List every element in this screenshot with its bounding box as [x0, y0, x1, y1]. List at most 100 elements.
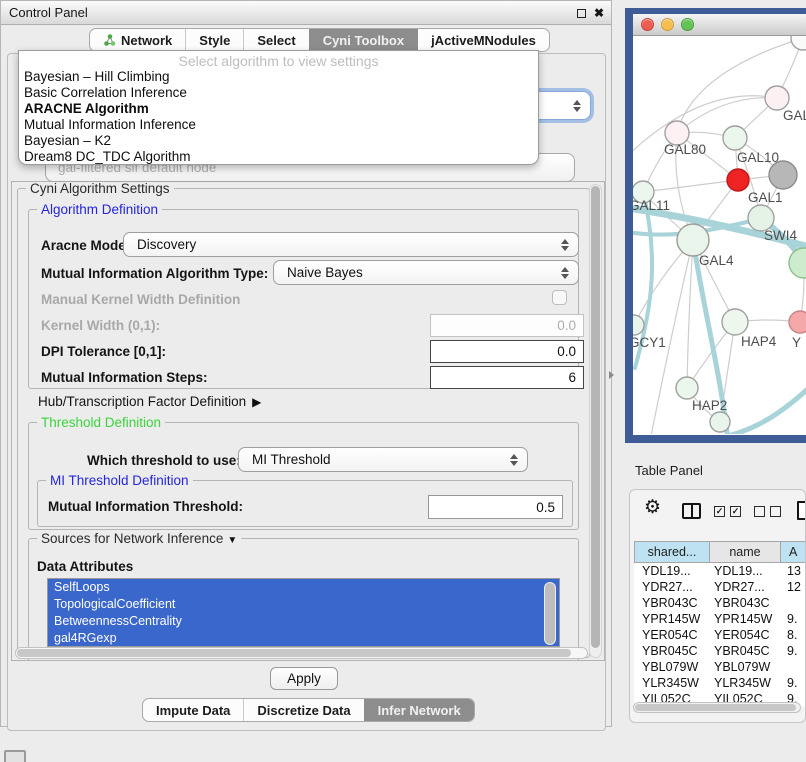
mi-steps-label: Mutual Information Steps: — [41, 370, 208, 385]
dpi-tolerance-field[interactable] — [430, 340, 584, 363]
tab-label: Select — [257, 33, 295, 48]
node-top-partial[interactable] — [791, 36, 806, 50]
data-attributes-label: Data Attributes — [37, 559, 133, 574]
node-hap4[interactable] — [722, 309, 748, 335]
node-bottom-partial[interactable] — [710, 412, 730, 432]
document-icon[interactable] — [797, 501, 806, 520]
tab-infer-network[interactable]: Infer Network — [364, 699, 474, 721]
table-cell: 9. — [781, 611, 806, 627]
unchecked-checkbox-icon[interactable] — [770, 506, 781, 517]
attributes-scrollbar[interactable] — [544, 582, 556, 645]
tab-label: Infer Network — [378, 703, 461, 718]
table-cell: YDR27... — [634, 579, 710, 595]
kernel-width-field[interactable] — [430, 314, 584, 337]
aracne-mode-combo[interactable]: Discovery — [123, 232, 579, 257]
column-header[interactable]: A — [781, 541, 806, 563]
attribute-item[interactable]: gal4RGexp — [48, 630, 559, 647]
node-gal1[interactable] — [727, 169, 749, 191]
algorithm-option[interactable]: Mutual Information Inference — [19, 117, 538, 133]
tab-cyni-toolbox[interactable]: Cyni Toolbox — [309, 29, 417, 51]
node-gal4[interactable] — [677, 224, 709, 256]
column-header[interactable]: name — [710, 541, 781, 563]
node-label: GCY1 — [633, 335, 666, 350]
node-label: GAL1 — [748, 190, 783, 205]
table-cell: 12 — [781, 579, 806, 595]
algorithm-option[interactable]: Bayesian – Hill Climbing — [19, 69, 538, 85]
which-threshold-combo[interactable]: MI Threshold — [238, 447, 528, 472]
tab-label: Network — [121, 33, 172, 48]
settings-vertical-scrollbar[interactable] — [589, 184, 602, 658]
table-row[interactable]: YDR27...YDR27...12 — [634, 579, 806, 595]
aracne-mode-label: Aracne Mode: — [41, 238, 130, 253]
manual-kernel-checkbox[interactable] — [552, 290, 567, 305]
attribute-item[interactable]: BetweennessCentrality — [48, 613, 559, 630]
node-label: GAL80 — [664, 142, 706, 157]
combo-stepper-icon — [573, 100, 581, 112]
gear-icon[interactable]: ⚙ — [644, 498, 661, 517]
cyni-algorithm-settings-group: Cyni Algorithm Settings Algorithm Defini… — [17, 188, 590, 658]
table-row[interactable]: YBR045CYBR045C9. — [634, 643, 806, 659]
minimize-traffic-light-icon[interactable] — [661, 18, 674, 31]
manual-kernel-label: Manual Kernel Width Definition — [41, 292, 240, 307]
node-gal10[interactable] — [723, 126, 747, 150]
tab-style[interactable]: Style — [185, 29, 243, 51]
network-edge[interactable] — [643, 180, 738, 192]
tab-select[interactable]: Select — [243, 29, 308, 51]
node-pink-top[interactable] — [765, 86, 789, 110]
attribute-item[interactable]: TopologicalCoefficient — [48, 596, 559, 613]
settings-horizontal-scrollbar[interactable] — [15, 647, 588, 659]
tab-label: Cyni Toolbox — [323, 33, 404, 48]
table-row[interactable]: YPR145WYPR145W9. — [634, 611, 806, 627]
tab-jactivemnodules[interactable]: jActiveMNodules — [417, 29, 549, 51]
close-icon[interactable]: ✖ — [594, 7, 604, 19]
network-canvas[interactable]: GALGAL80GAL10GAL1GAL11SWI4GAL4GCY1HAP4YH… — [633, 36, 806, 434]
table-row[interactable]: YBR043CYBR043C — [634, 595, 806, 611]
algorithm-option[interactable]: Dream8 DC_TDC Algorithm — [19, 149, 538, 165]
checked-checkbox-icon[interactable]: ✓ — [714, 506, 725, 517]
float-window-icon[interactable] — [577, 9, 586, 18]
mi-threshold-field[interactable] — [428, 495, 563, 519]
split-pane-arrow-icon[interactable] — [609, 371, 614, 379]
unchecked-checkbox-icon[interactable] — [754, 506, 765, 517]
expand-right-icon: ▶ — [252, 395, 261, 409]
attribute-item[interactable]: SelfLoops — [48, 579, 559, 596]
table-cell: YBL079W — [710, 659, 781, 675]
tab-network[interactable]: Network — [90, 29, 185, 51]
node-gray[interactable] — [769, 161, 797, 189]
minimized-panel-button[interactable] — [4, 750, 26, 762]
table-cell: 13 — [781, 563, 806, 579]
tab-impute-data[interactable]: Impute Data — [143, 699, 243, 721]
node-pink-right[interactable] — [789, 311, 806, 333]
checked-checkbox-icon[interactable]: ✓ — [730, 506, 741, 517]
algorithm-option[interactable]: ARACNE Algorithm — [19, 101, 538, 117]
algorithm-option[interactable]: Basic Correlation Inference — [19, 85, 538, 101]
bottom-tab-bar: Impute Data Discretize Data Infer Network — [142, 698, 475, 722]
column-header[interactable]: shared... — [634, 541, 710, 563]
mi-type-combo[interactable]: Naive Bayes — [273, 260, 579, 285]
apply-button[interactable]: Apply — [270, 667, 338, 690]
algorithm-option[interactable]: Bayesian – K2 — [19, 133, 538, 149]
table-cell: 9. — [781, 643, 806, 659]
close-traffic-light-icon[interactable] — [641, 18, 654, 31]
tab-label: Discretize Data — [257, 703, 350, 718]
table-row[interactable]: YLR345WYLR345W9. — [634, 675, 806, 691]
table-row[interactable]: YER054CYER054C8. — [634, 627, 806, 643]
mi-steps-field[interactable] — [430, 366, 584, 389]
table-cell: YPR145W — [634, 611, 710, 627]
aracne-mode-value: Discovery — [137, 237, 196, 252]
node-green-right[interactable] — [789, 248, 806, 278]
sources-group-title[interactable]: Sources for Network Inference▼ — [37, 531, 241, 546]
zoom-traffic-light-icon[interactable] — [681, 18, 694, 31]
node-hap2[interactable] — [676, 377, 698, 399]
mi-threshold-label: Mutual Information Threshold: — [48, 499, 243, 514]
tab-discretize-data[interactable]: Discretize Data — [243, 699, 363, 721]
hub-definition-toggle[interactable]: Hub/Transcription Factor Definition▶ — [38, 394, 261, 409]
network-window-titlebar — [633, 14, 806, 36]
algorithm-definition-title: Algorithm Definition — [37, 202, 162, 217]
sources-title-text: Sources for Network Inference — [41, 531, 223, 546]
table-row[interactable]: YBL079WYBL079W — [634, 659, 806, 675]
table-row[interactable]: YDL19...YDL19...13 — [634, 563, 806, 579]
columns-icon[interactable] — [682, 503, 701, 519]
table-horizontal-scrollbar[interactable] — [633, 702, 801, 713]
data-attributes-list: SelfLoopsTopologicalCoefficientBetweenne… — [48, 579, 559, 647]
